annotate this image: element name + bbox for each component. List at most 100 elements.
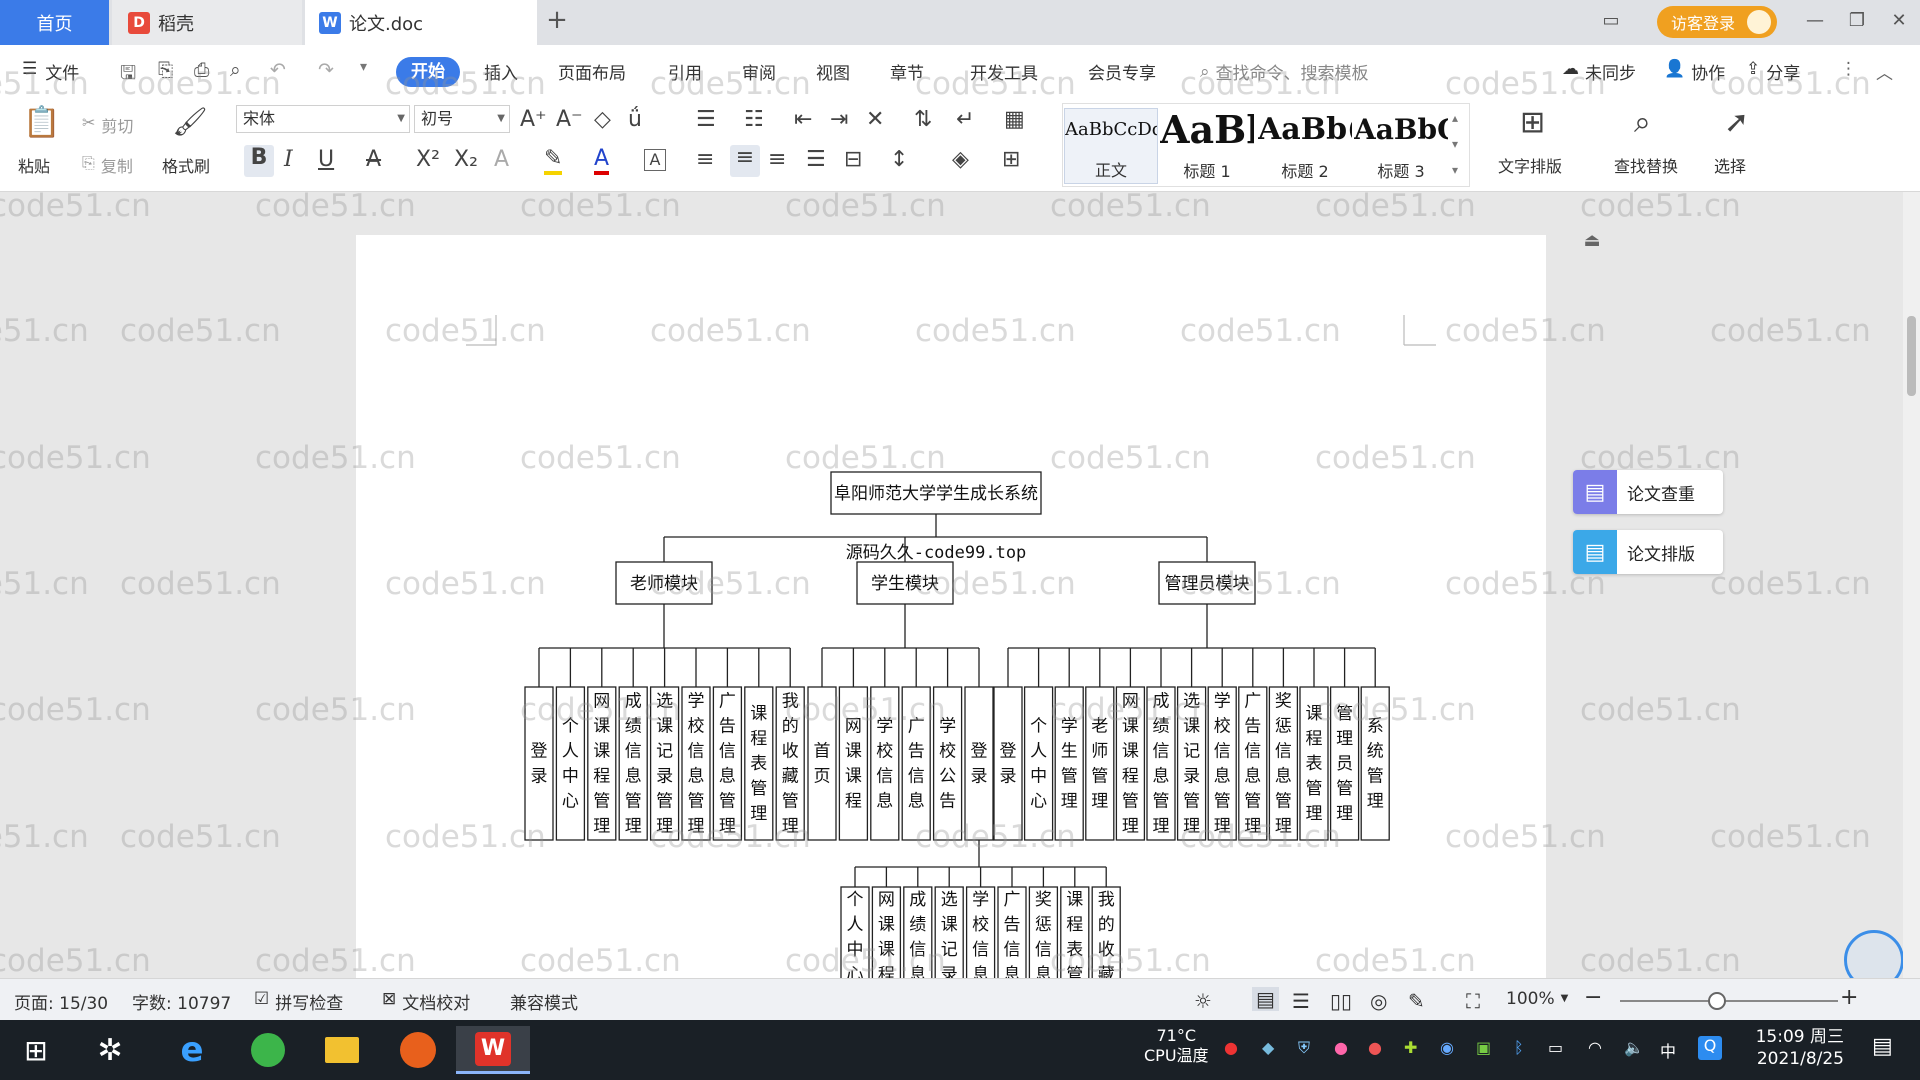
select-button[interactable]: 选择 (1714, 153, 1746, 177)
collapse-ribbon-icon[interactable]: ︿ (1876, 59, 1893, 84)
ime-indicator[interactable]: 中 (1660, 1038, 1676, 1062)
menu-chapter[interactable]: 章节 (890, 59, 924, 84)
tray-app-icon[interactable]: ◉ (1440, 1038, 1454, 1057)
text-layout-icon[interactable]: ⊞ (1520, 105, 1545, 140)
file-explorer-icon[interactable] (312, 1026, 372, 1074)
align-left-icon[interactable]: ≡ (696, 147, 714, 172)
menu-developer[interactable]: 开发工具 (970, 59, 1038, 84)
tray-q-icon[interactable]: Q (1698, 1036, 1722, 1060)
font-family-select[interactable]: 宋体 ▼ (236, 105, 410, 133)
shading-icon[interactable]: ◈ (952, 147, 969, 172)
underline-icon[interactable]: U (318, 147, 334, 172)
borders-icon[interactable]: ⊞ (1002, 147, 1020, 172)
style-scroll-icon[interactable]: ▴ ▾ ▾ (1452, 105, 1458, 183)
assistant-avatar[interactable] (1844, 930, 1903, 978)
clock[interactable]: 15:09 周三 2021/8/25 (1740, 1026, 1844, 1070)
superscript-icon[interactable]: X² (416, 147, 440, 172)
tab-home[interactable]: 首页 (0, 0, 109, 45)
spell-check-button[interactable]: ☑ 拼写检查 (254, 989, 343, 1014)
close-icon[interactable]: ✕ (1888, 10, 1910, 32)
restore-icon[interactable]: ❐ (1846, 10, 1868, 32)
sync-button[interactable]: ☁ 未同步 (1562, 59, 1636, 84)
italic-icon[interactable]: I (284, 147, 293, 172)
chinese-layout-icon[interactable]: ✕ (866, 107, 884, 132)
bold-icon[interactable]: B (244, 145, 274, 177)
increase-indent-icon[interactable]: ⇥ (830, 107, 848, 132)
text-layout-button[interactable]: 文字排版 (1498, 153, 1562, 177)
undo-icon[interactable]: ↶ (270, 59, 286, 81)
more-icon[interactable]: ⋮ (1840, 59, 1857, 79)
sort-icon[interactable]: ⇅ (914, 107, 932, 132)
proofread-button[interactable]: ⊠ 文档校对 (382, 989, 470, 1014)
battery-icon[interactable]: ▭ (1548, 1038, 1563, 1057)
tray-app-icon[interactable]: ● (1368, 1038, 1382, 1057)
new-tab-button[interactable]: + (544, 7, 570, 34)
clear-format-icon[interactable]: ◇ (594, 107, 611, 132)
magnifier-icon[interactable]: ⌕ (1634, 105, 1651, 140)
page-view-icon[interactable]: ▤ (1252, 987, 1279, 1011)
save-icon[interactable]: 🖫 (120, 59, 136, 91)
zoom-slider[interactable] (1620, 1000, 1838, 1002)
tray-nvidia-icon[interactable]: ▣ (1476, 1038, 1491, 1057)
font-color-icon[interactable]: A (594, 147, 610, 175)
numbered-list-icon[interactable]: ☷ (744, 107, 764, 132)
shrink-font-icon[interactable]: A⁻ (556, 107, 583, 132)
menu-view[interactable]: 视图 (816, 59, 850, 84)
guest-login-button[interactable]: 访客登录 (1657, 6, 1777, 38)
tray-app-icon[interactable]: ✚ (1404, 1038, 1417, 1057)
vertical-scrollbar[interactable] (1903, 192, 1920, 978)
outline-view-icon[interactable]: ☰ (1292, 989, 1310, 1013)
pen-icon[interactable]: ✎ (1408, 989, 1425, 1013)
eye-protection-icon[interactable]: ☼ (1194, 989, 1212, 1013)
zoom-out-icon[interactable]: − (1584, 985, 1602, 1010)
browser-360-icon[interactable] (238, 1026, 298, 1074)
bullet-list-icon[interactable]: ☰ (696, 107, 716, 132)
style-heading-1[interactable]: AaBl 标题 1 (1160, 108, 1254, 184)
window-layout-icon[interactable]: ▭ (1600, 10, 1622, 32)
font-size-select[interactable]: 初号 ▼ (414, 105, 510, 133)
volume-icon[interactable]: 🔈 (1624, 1038, 1644, 1057)
style-normal[interactable]: AaBbCcDd 正文 (1064, 108, 1158, 184)
print-icon[interactable]: ⎙ (194, 59, 209, 81)
redo-icon[interactable]: ↷ (318, 59, 334, 81)
tray-app-icon[interactable]: ● (1334, 1038, 1348, 1057)
char-border-icon[interactable]: A (644, 149, 666, 171)
show-marks-icon[interactable]: ↵ (956, 107, 974, 132)
cpu-temp-widget[interactable]: 71°C CPU温度 (1144, 1026, 1209, 1066)
tray-app-icon[interactable]: ● (1224, 1038, 1238, 1057)
subscript-icon[interactable]: X₂ (454, 147, 478, 172)
zoom-slider-handle[interactable] (1708, 992, 1726, 1010)
web-view-icon[interactable]: ◎ (1370, 989, 1387, 1013)
menu-page-layout[interactable]: 页面布局 (558, 59, 626, 84)
export-icon[interactable]: ⎘ (158, 59, 173, 81)
table-grid-icon[interactable]: ▦ (1004, 107, 1025, 132)
menu-references[interactable]: 引用 (668, 59, 702, 84)
zoom-in-icon[interactable]: + (1840, 985, 1858, 1010)
menu-review[interactable]: 审阅 (742, 59, 776, 84)
bluetooth-icon[interactable]: ᛒ (1514, 1038, 1524, 1057)
file-menu[interactable]: ☰ 文件 (22, 59, 79, 84)
share-button[interactable]: ⇪ 分享 (1746, 59, 1800, 84)
style-heading-3[interactable]: AaBbC 标题 3 (1354, 108, 1448, 184)
notification-icon[interactable]: ▤ (1872, 1034, 1893, 1059)
word-count[interactable]: 字数: 10797 (132, 989, 231, 1014)
paper-check-button[interactable]: ▤ 论文查重 (1573, 470, 1723, 514)
ie-browser-icon[interactable]: e (162, 1026, 222, 1074)
zoom-level[interactable]: 100% ▼ (1506, 989, 1568, 1009)
justify-icon[interactable]: ☰ (806, 147, 826, 172)
fit-page-icon[interactable]: ⛶ (1466, 989, 1480, 1013)
tray-shield-icon[interactable]: ⛨ (1298, 1038, 1310, 1058)
menu-insert[interactable]: 插入 (484, 59, 518, 84)
document-page[interactable]: 阜阳师范大学学生成长系统 老师模块 学生模块 管理员模块 源码久久-code99.top… (356, 235, 1546, 978)
strikethrough-icon[interactable]: A (366, 147, 381, 172)
align-center-icon[interactable]: ≡ (730, 145, 760, 177)
command-search[interactable]: ⌕ 查找命令、搜索模板 (1200, 59, 1369, 85)
collaborate-button[interactable]: 👤 协作 (1664, 59, 1725, 84)
wifi-icon[interactable]: ◠ (1588, 1038, 1602, 1057)
format-painter-button[interactable]: 格式刷 (162, 153, 210, 177)
scrollbar-thumb[interactable] (1907, 316, 1916, 396)
decrease-indent-icon[interactable]: ⇤ (794, 107, 812, 132)
menu-start[interactable]: 开始 (396, 57, 460, 87)
wps-taskbar-icon[interactable]: W (456, 1026, 530, 1074)
tab-daoke[interactable]: D 稻壳 (112, 0, 302, 45)
